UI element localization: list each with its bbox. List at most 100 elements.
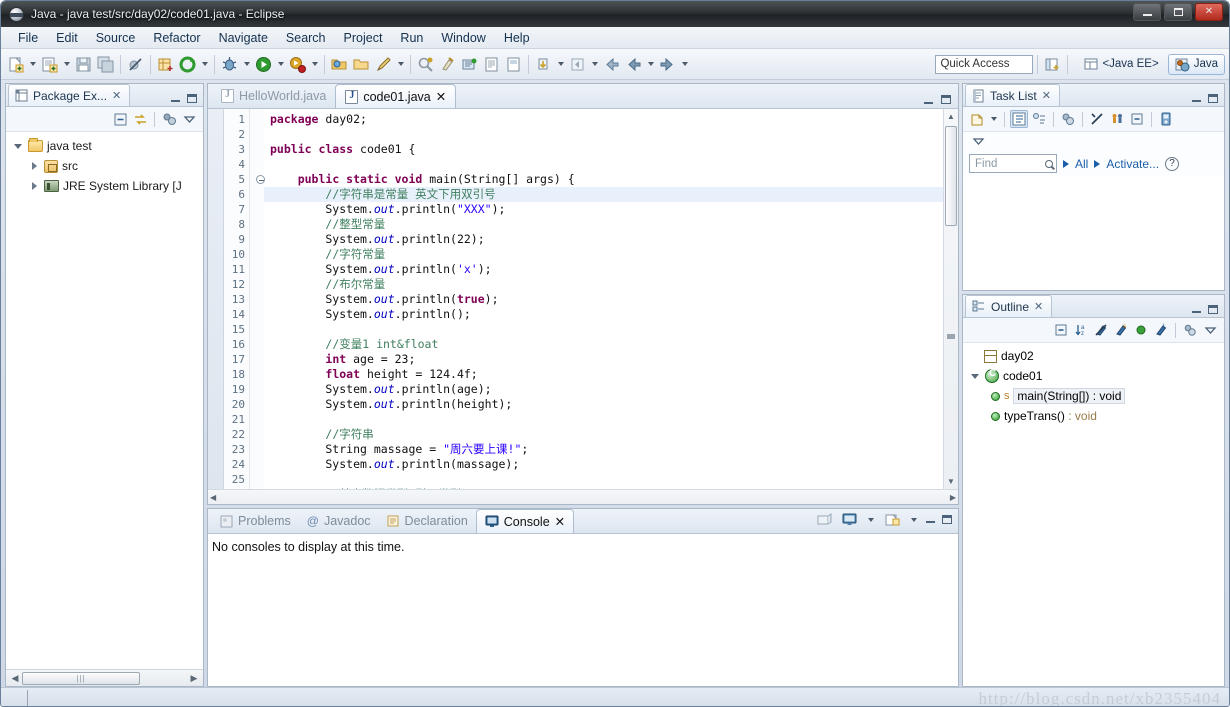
editor-hscrollbar[interactable]: ◀ ▶ xyxy=(208,489,958,504)
code-line[interactable]: //字符串 xyxy=(264,427,943,442)
new-package-icon[interactable] xyxy=(155,54,176,75)
perspective-java-ee[interactable]: <Java EE> xyxy=(1078,55,1164,73)
new-project-dropdown-icon[interactable] xyxy=(61,54,72,75)
new-task-icon[interactable] xyxy=(968,110,986,128)
filter-completed-icon[interactable] xyxy=(1088,110,1106,128)
tab-helloworld-java[interactable]: HelloWorld.java xyxy=(212,84,335,108)
debug-icon[interactable] xyxy=(219,54,240,75)
tab-close-icon-tasklist[interactable]: ✕ xyxy=(1042,89,1051,102)
menu-run[interactable]: Run xyxy=(391,29,432,47)
last-edit-dropdown-icon[interactable] xyxy=(395,54,406,75)
hide-static-fields-icon[interactable]: s xyxy=(1112,321,1130,339)
code-line[interactable]: public class code01 { xyxy=(264,142,943,157)
fold-toggle-icon[interactable] xyxy=(250,175,265,190)
view-menu-hierarchy-icon[interactable] xyxy=(160,110,178,128)
quick-access-input[interactable]: Quick Access xyxy=(935,54,1034,74)
run-dropdown-icon[interactable] xyxy=(275,54,286,75)
collapse-all-icon[interactable] xyxy=(111,110,129,128)
search-references-icon[interactable] xyxy=(437,54,458,75)
run-external-tools-icon[interactable] xyxy=(287,54,308,75)
editor-marker-gutter[interactable] xyxy=(208,109,224,489)
next-annotation-icon[interactable] xyxy=(533,54,554,75)
outline-expand-twisty-icon[interactable] xyxy=(969,373,981,379)
previous-edit-icon[interactable] xyxy=(567,54,588,75)
sort-alphabetically-icon[interactable]: az xyxy=(1072,321,1090,339)
outline-view-menu-icon[interactable] xyxy=(1201,321,1219,339)
previous-annotation-icon[interactable] xyxy=(459,54,480,75)
tab-package-explorer[interactable]: Package Ex... ✕ xyxy=(8,84,131,106)
outline-item-main-method[interactable]: S main(String[]) : void xyxy=(963,386,1224,406)
tab-outline[interactable]: Outline ✕ xyxy=(965,295,1053,317)
tab-console[interactable]: Console ✕ xyxy=(475,509,575,533)
code-line[interactable]: System.out.println(true); xyxy=(264,292,943,307)
code-line[interactable] xyxy=(264,157,943,172)
open-resource-icon[interactable] xyxy=(351,54,372,75)
tab-code01-java[interactable]: code01.java ✕ xyxy=(335,84,457,108)
minimize-console-icon[interactable] xyxy=(926,516,935,523)
tree-item-jre-library[interactable]: JRE System Library [J xyxy=(6,176,203,196)
new-console-view-icon[interactable] xyxy=(883,511,901,529)
hide-fields-icon[interactable] xyxy=(1092,321,1110,339)
last-edit-location-icon[interactable] xyxy=(373,54,394,75)
focus-on-active-task-icon[interactable] xyxy=(1108,110,1126,128)
code-line[interactable]: System.out.println(height); xyxy=(264,397,943,412)
code-line[interactable]: System.out.println('x'); xyxy=(264,262,943,277)
outline-item-typetrans-method[interactable]: typeTrans() : void xyxy=(963,406,1224,426)
minimize-task-list-icon[interactable] xyxy=(1192,95,1201,102)
tab-close-icon-code01[interactable]: ✕ xyxy=(436,89,446,104)
hscroll-left-icon[interactable]: ◀ xyxy=(210,493,216,502)
vscroll-thumb[interactable] xyxy=(945,126,957,226)
outline-item-day02[interactable]: day02 xyxy=(963,346,1224,366)
tab-close-icon[interactable]: ✕ xyxy=(112,89,121,102)
task-find-input[interactable]: Find xyxy=(969,154,1057,173)
save-all-icon[interactable] xyxy=(95,54,116,75)
menu-file[interactable]: File xyxy=(9,29,47,47)
task-repositories-icon[interactable] xyxy=(1157,110,1175,128)
open-perspective-icon[interactable] xyxy=(1042,54,1063,75)
previous-edit-dropdown-icon[interactable] xyxy=(589,54,600,75)
back-history-icon[interactable] xyxy=(623,54,644,75)
categorized-presentation-icon[interactable] xyxy=(1010,110,1028,128)
code-line[interactable]: System.out.println("XXX"); xyxy=(264,202,943,217)
code-line[interactable]: System.out.println(massage); xyxy=(264,457,943,472)
filter-activate-link[interactable]: Activate... xyxy=(1106,157,1159,171)
close-button[interactable]: ✕ xyxy=(1195,3,1223,21)
menu-refactor[interactable]: Refactor xyxy=(144,29,209,47)
build-icon[interactable] xyxy=(177,54,198,75)
tree-item-src[interactable]: src xyxy=(6,156,203,176)
code-line[interactable]: float height = 124.4f; xyxy=(264,367,943,382)
scroll-up-icon[interactable]: ▲ xyxy=(944,109,958,124)
code-line[interactable]: //变量1 int&float xyxy=(264,337,943,352)
code-line[interactable]: int age = 23; xyxy=(264,352,943,367)
menu-edit[interactable]: Edit xyxy=(47,29,87,47)
display-selected-console-icon[interactable] xyxy=(840,511,858,529)
code-line[interactable]: public static void main(String[] args) { xyxy=(264,172,943,187)
menu-window[interactable]: Window xyxy=(432,29,494,47)
code-line[interactable]: //整型常量 xyxy=(264,217,943,232)
search-icon[interactable] xyxy=(415,54,436,75)
code-line[interactable]: //字符串是常量 英文下用双引号 xyxy=(264,187,943,202)
editor-folding-gutter[interactable] xyxy=(250,109,265,489)
editor-vscrollbar[interactable]: ▲ ▼ xyxy=(943,109,958,489)
tab-task-list[interactable]: Task List ✕ xyxy=(965,84,1060,106)
tab-close-icon-console[interactable]: ✕ xyxy=(555,514,565,529)
link-with-editor-icon[interactable] xyxy=(131,110,149,128)
filter-all-link[interactable]: All xyxy=(1075,157,1088,171)
minimize-view-icon[interactable] xyxy=(171,95,180,102)
back-dropdown-icon[interactable] xyxy=(645,54,656,75)
back-icon[interactable] xyxy=(601,54,622,75)
new-task-dropdown-icon[interactable] xyxy=(988,109,999,130)
maximize-button[interactable] xyxy=(1164,3,1192,21)
tab-problems[interactable]: Problems xyxy=(212,509,299,533)
scheduled-presentation-icon[interactable] xyxy=(1030,110,1048,128)
console-dropdown-icon[interactable] xyxy=(865,509,876,530)
maximize-view-icon[interactable] xyxy=(187,94,197,103)
new-wizard-dropdown-icon[interactable] xyxy=(27,54,38,75)
code-line[interactable]: System.out.println(age); xyxy=(264,382,943,397)
menu-project[interactable]: Project xyxy=(335,29,392,47)
menu-help[interactable]: Help xyxy=(495,29,539,47)
maximize-console-icon[interactable] xyxy=(942,515,952,524)
outline-link-icon[interactable] xyxy=(1181,321,1199,339)
maximize-task-list-icon[interactable] xyxy=(1208,94,1218,103)
scroll-left-icon[interactable]: ◀ xyxy=(8,672,22,685)
